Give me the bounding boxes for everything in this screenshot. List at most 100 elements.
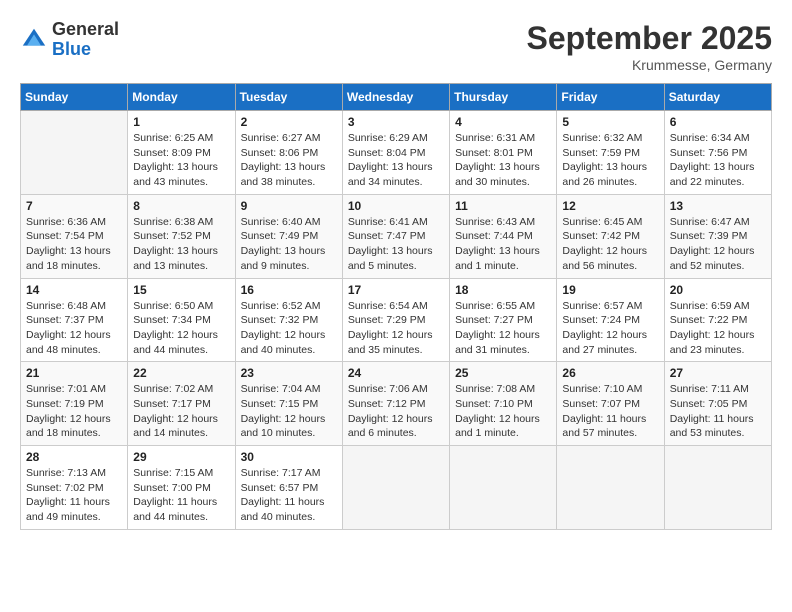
day-info: Sunrise: 6:31 AM Sunset: 8:01 PM Dayligh… <box>455 131 551 190</box>
day-number: 29 <box>133 450 229 464</box>
day-number: 23 <box>241 366 337 380</box>
day-number: 21 <box>26 366 122 380</box>
calendar-cell: 22 Sunrise: 7:02 AM Sunset: 7:17 PM Dayli… <box>128 362 235 446</box>
calendar-cell: 14 Sunrise: 6:48 AM Sunset: 7:37 PM Dayli… <box>21 278 128 362</box>
day-number: 22 <box>133 366 229 380</box>
calendar-week-3: 14 Sunrise: 6:48 AM Sunset: 7:37 PM Dayli… <box>21 278 772 362</box>
weekday-header-monday: Monday <box>128 84 235 111</box>
weekday-header-thursday: Thursday <box>450 84 557 111</box>
calendar-cell: 6 Sunrise: 6:34 AM Sunset: 7:56 PM Daylig… <box>664 111 771 195</box>
calendar-cell: 9 Sunrise: 6:40 AM Sunset: 7:49 PM Daylig… <box>235 194 342 278</box>
calendar-cell: 11 Sunrise: 6:43 AM Sunset: 7:44 PM Dayli… <box>450 194 557 278</box>
calendar-cell: 24 Sunrise: 7:06 AM Sunset: 7:12 PM Dayli… <box>342 362 449 446</box>
day-info: Sunrise: 6:55 AM Sunset: 7:27 PM Dayligh… <box>455 299 551 358</box>
calendar-cell: 28Sunrise: 7:13 AM Sunset: 7:02 PM Dayli… <box>21 446 128 530</box>
calendar-cell: 7Sunrise: 6:36 AM Sunset: 7:54 PM Daylig… <box>21 194 128 278</box>
day-info: Sunrise: 6:40 AM Sunset: 7:49 PM Dayligh… <box>241 215 337 274</box>
weekday-header-wednesday: Wednesday <box>342 84 449 111</box>
calendar-cell <box>450 446 557 530</box>
calendar-cell <box>557 446 664 530</box>
day-info: Sunrise: 7:06 AM Sunset: 7:12 PM Dayligh… <box>348 382 444 441</box>
calendar-cell: 3 Sunrise: 6:29 AM Sunset: 8:04 PM Daylig… <box>342 111 449 195</box>
calendar-cell <box>21 111 128 195</box>
calendar-cell: 10 Sunrise: 6:41 AM Sunset: 7:47 PM Dayli… <box>342 194 449 278</box>
day-info: Sunrise: 7:04 AM Sunset: 7:15 PM Dayligh… <box>241 382 337 441</box>
day-info: Sunrise: 6:29 AM Sunset: 8:04 PM Dayligh… <box>348 131 444 190</box>
day-info: Sunrise: 6:59 AM Sunset: 7:22 PM Dayligh… <box>670 299 766 358</box>
calendar-cell: 17 Sunrise: 6:54 AM Sunset: 7:29 PM Dayli… <box>342 278 449 362</box>
day-number: 20 <box>670 283 766 297</box>
day-number: 9 <box>241 199 337 213</box>
day-info: Sunrise: 7:10 AM Sunset: 7:07 PM Dayligh… <box>562 382 658 441</box>
day-number: 14 <box>26 283 122 297</box>
day-info: Sunrise: 6:54 AM Sunset: 7:29 PM Dayligh… <box>348 299 444 358</box>
calendar: SundayMondayTuesdayWednesdayThursdayFrid… <box>20 83 772 530</box>
calendar-cell: 29Sunrise: 7:15 AM Sunset: 7:00 PM Dayli… <box>128 446 235 530</box>
calendar-cell: 19 Sunrise: 6:57 AM Sunset: 7:24 PM Dayli… <box>557 278 664 362</box>
day-number: 24 <box>348 366 444 380</box>
day-number: 7 <box>26 199 122 213</box>
calendar-cell: 20 Sunrise: 6:59 AM Sunset: 7:22 PM Dayli… <box>664 278 771 362</box>
day-info: Sunrise: 6:50 AM Sunset: 7:34 PM Dayligh… <box>133 299 229 358</box>
day-info: Sunrise: 6:43 AM Sunset: 7:44 PM Dayligh… <box>455 215 551 274</box>
day-info: Sunrise: 6:27 AM Sunset: 8:06 PM Dayligh… <box>241 131 337 190</box>
calendar-cell: 4Sunrise: 6:31 AM Sunset: 8:01 PM Daylig… <box>450 111 557 195</box>
day-info: Sunrise: 7:01 AM Sunset: 7:19 PM Dayligh… <box>26 382 122 441</box>
logo-blue-text: Blue <box>52 40 119 60</box>
calendar-cell: 23 Sunrise: 7:04 AM Sunset: 7:15 PM Dayli… <box>235 362 342 446</box>
calendar-cell <box>664 446 771 530</box>
day-info: Sunrise: 6:47 AM Sunset: 7:39 PM Dayligh… <box>670 215 766 274</box>
logo-general-text: General <box>52 20 119 40</box>
calendar-cell: 21 Sunrise: 7:01 AM Sunset: 7:19 PM Dayli… <box>21 362 128 446</box>
weekday-header-row: SundayMondayTuesdayWednesdayThursdayFrid… <box>21 84 772 111</box>
calendar-week-5: 28Sunrise: 7:13 AM Sunset: 7:02 PM Dayli… <box>21 446 772 530</box>
calendar-cell <box>342 446 449 530</box>
calendar-cell: 13 Sunrise: 6:47 AM Sunset: 7:39 PM Dayli… <box>664 194 771 278</box>
calendar-week-4: 21 Sunrise: 7:01 AM Sunset: 7:19 PM Dayli… <box>21 362 772 446</box>
location: Krummesse, Germany <box>527 57 772 73</box>
weekday-header-sunday: Sunday <box>21 84 128 111</box>
day-number: 6 <box>670 115 766 129</box>
weekday-header-friday: Friday <box>557 84 664 111</box>
day-number: 15 <box>133 283 229 297</box>
weekday-header-saturday: Saturday <box>664 84 771 111</box>
day-number: 2 <box>241 115 337 129</box>
calendar-cell: 16Sunrise: 6:52 AM Sunset: 7:32 PM Dayli… <box>235 278 342 362</box>
day-info: Sunrise: 6:38 AM Sunset: 7:52 PM Dayligh… <box>133 215 229 274</box>
logo-icon <box>20 26 48 54</box>
day-info: Sunrise: 7:13 AM Sunset: 7:02 PM Dayligh… <box>26 466 122 525</box>
calendar-cell: 18 Sunrise: 6:55 AM Sunset: 7:27 PM Dayli… <box>450 278 557 362</box>
calendar-body: 1Sunrise: 6:25 AM Sunset: 8:09 PM Daylig… <box>21 111 772 530</box>
day-info: Sunrise: 6:32 AM Sunset: 7:59 PM Dayligh… <box>562 131 658 190</box>
day-number: 8 <box>133 199 229 213</box>
day-number: 1 <box>133 115 229 129</box>
day-number: 18 <box>455 283 551 297</box>
title-block: September 2025 Krummesse, Germany <box>527 20 772 73</box>
day-info: Sunrise: 6:48 AM Sunset: 7:37 PM Dayligh… <box>26 299 122 358</box>
day-number: 11 <box>455 199 551 213</box>
day-number: 3 <box>348 115 444 129</box>
day-number: 13 <box>670 199 766 213</box>
calendar-cell: 5Sunrise: 6:32 AM Sunset: 7:59 PM Daylig… <box>557 111 664 195</box>
day-info: Sunrise: 6:34 AM Sunset: 7:56 PM Dayligh… <box>670 131 766 190</box>
day-info: Sunrise: 7:17 AM Sunset: 6:57 PM Dayligh… <box>241 466 337 525</box>
day-number: 26 <box>562 366 658 380</box>
day-number: 30 <box>241 450 337 464</box>
calendar-cell: 12Sunrise: 6:45 AM Sunset: 7:42 PM Dayli… <box>557 194 664 278</box>
calendar-cell: 27Sunrise: 7:11 AM Sunset: 7:05 PM Dayli… <box>664 362 771 446</box>
day-number: 17 <box>348 283 444 297</box>
weekday-header-tuesday: Tuesday <box>235 84 342 111</box>
day-info: Sunrise: 6:57 AM Sunset: 7:24 PM Dayligh… <box>562 299 658 358</box>
day-number: 19 <box>562 283 658 297</box>
day-info: Sunrise: 6:41 AM Sunset: 7:47 PM Dayligh… <box>348 215 444 274</box>
calendar-cell: 30 Sunrise: 7:17 AM Sunset: 6:57 PM Dayli… <box>235 446 342 530</box>
day-number: 25 <box>455 366 551 380</box>
calendar-cell: 2 Sunrise: 6:27 AM Sunset: 8:06 PM Daylig… <box>235 111 342 195</box>
day-info: Sunrise: 7:02 AM Sunset: 7:17 PM Dayligh… <box>133 382 229 441</box>
calendar-cell: 25Sunrise: 7:08 AM Sunset: 7:10 PM Dayli… <box>450 362 557 446</box>
day-number: 10 <box>348 199 444 213</box>
calendar-cell: 8 Sunrise: 6:38 AM Sunset: 7:52 PM Daylig… <box>128 194 235 278</box>
calendar-cell: 15 Sunrise: 6:50 AM Sunset: 7:34 PM Dayli… <box>128 278 235 362</box>
calendar-cell: 26 Sunrise: 7:10 AM Sunset: 7:07 PM Dayli… <box>557 362 664 446</box>
calendar-week-2: 7Sunrise: 6:36 AM Sunset: 7:54 PM Daylig… <box>21 194 772 278</box>
